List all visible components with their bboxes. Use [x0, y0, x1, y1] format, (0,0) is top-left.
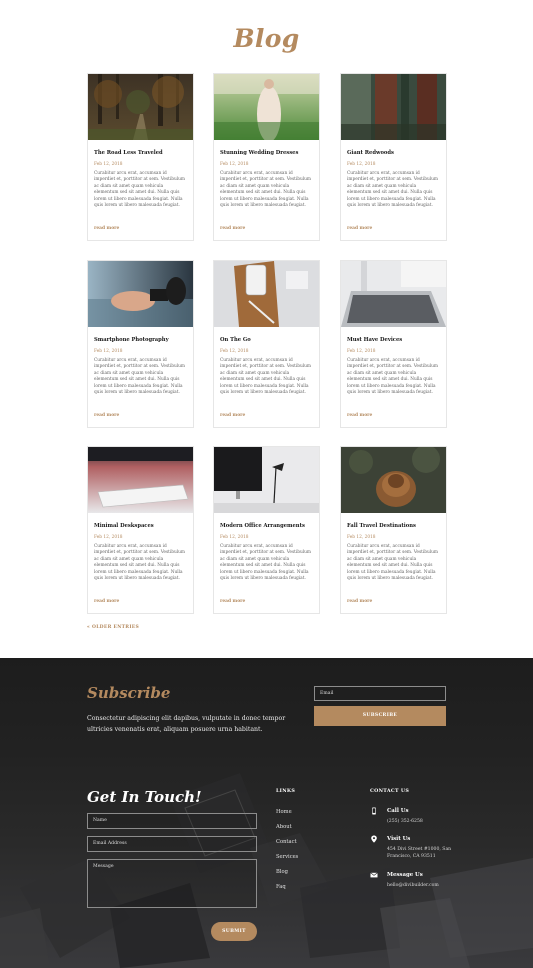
post-excerpt: Curabitur arcu erat, accumsan id imperdi… — [220, 544, 312, 582]
post-date: Feb 12, 2018 — [347, 349, 376, 354]
read-more-link[interactable]: read more — [94, 599, 119, 604]
post-thumbnail-redwoods[interactable] — [341, 74, 446, 140]
subscribe-text: Consectetur adipiscing elit dapibus, vul… — [87, 715, 286, 733]
post-title[interactable]: Smartphone Photography — [94, 337, 189, 343]
post-date: Feb 12, 2018 — [220, 349, 249, 354]
post-title[interactable]: Fall Travel Destinations — [347, 523, 442, 529]
read-more-link[interactable]: read more — [347, 226, 372, 231]
footer-link-about[interactable]: About — [276, 824, 292, 830]
subscribe-email-input[interactable]: Email — [314, 686, 446, 701]
email-address-input[interactable]: Email Address — [87, 836, 257, 852]
read-more-link[interactable]: read more — [347, 599, 372, 604]
visit-us-title: Visit Us — [387, 836, 411, 842]
read-more-link[interactable]: read more — [220, 226, 245, 231]
post-thumbnail-wedding-dress[interactable] — [214, 74, 319, 140]
call-us-phone[interactable]: (255) 352-6258 — [387, 818, 457, 825]
post-date: Feb 12, 2018 — [220, 162, 249, 167]
post-excerpt: Curabitur arcu erat, accumsan id imperdi… — [347, 171, 439, 209]
post-thumbnail-smartphone-photo[interactable] — [88, 261, 193, 327]
envelope-icon — [370, 872, 378, 878]
read-more-link[interactable]: read more — [94, 413, 119, 418]
older-entries-link[interactable]: « OLDER ENTRIES — [87, 625, 139, 630]
call-us-title: Call Us — [387, 808, 409, 814]
message-us-title: Message Us — [387, 872, 423, 878]
blog-post-card[interactable]: Smartphone Photography Feb 12, 2018 Cura… — [87, 260, 194, 428]
post-title[interactable]: Minimal Deskspaces — [94, 523, 189, 529]
post-title[interactable]: Stunning Wedding Dresses — [220, 150, 315, 156]
post-title[interactable]: The Road Less Traveled — [94, 150, 189, 156]
name-input[interactable]: Name — [87, 813, 257, 829]
blog-post-card[interactable]: Giant Redwoods Feb 12, 2018 Curabitur ar… — [340, 73, 447, 241]
post-date: Feb 12, 2018 — [94, 162, 123, 167]
post-excerpt: Curabitur arcu erat, accumsan id imperdi… — [94, 544, 186, 582]
blog-post-card[interactable]: The Road Less Traveled Feb 12, 2018 Cura… — [87, 73, 194, 241]
links-heading: LINKS — [276, 788, 296, 794]
post-excerpt: Curabitur arcu erat, accumsan id imperdi… — [94, 171, 186, 209]
contact-form-title: Get In Touch! — [87, 788, 202, 806]
post-title[interactable]: Giant Redwoods — [347, 150, 442, 156]
post-excerpt: Curabitur arcu erat, accumsan id imperdi… — [220, 171, 312, 209]
footer-link-home[interactable]: Home — [276, 809, 292, 815]
blog-post-card[interactable]: Stunning Wedding Dresses Feb 12, 2018 Cu… — [213, 73, 320, 241]
post-thumbnail-forest-road[interactable] — [88, 74, 193, 140]
post-title[interactable]: Must Have Devices — [347, 337, 442, 343]
page-title: Blog — [233, 24, 300, 53]
post-thumbnail-pinecone[interactable] — [341, 447, 446, 513]
submit-button[interactable]: SUBMIT — [211, 922, 257, 941]
contact-us-heading: CONTACT US — [370, 788, 410, 794]
subscribe-title: Subscribe — [87, 684, 171, 702]
blog-post-card[interactable]: On The Go Feb 12, 2018 Curabitur arcu er… — [213, 260, 320, 428]
post-thumbnail-on-the-go[interactable] — [214, 261, 319, 327]
subscribe-button[interactable]: SUBSCRIBE — [314, 706, 446, 726]
blog-post-card[interactable]: Minimal Deskspaces Feb 12, 2018 Curabitu… — [87, 446, 194, 614]
read-more-link[interactable]: read more — [220, 599, 245, 604]
post-excerpt: Curabitur arcu erat, accumsan id imperdi… — [220, 358, 312, 396]
phone-icon — [372, 807, 376, 815]
map-pin-icon — [371, 835, 377, 843]
post-date: Feb 12, 2018 — [347, 535, 376, 540]
post-excerpt: Curabitur arcu erat, accumsan id imperdi… — [94, 358, 186, 396]
post-title[interactable]: On The Go — [220, 337, 315, 343]
footer-link-blog[interactable]: Blog — [276, 869, 288, 875]
message-textarea[interactable]: Message — [87, 859, 257, 908]
post-date: Feb 12, 2018 — [94, 535, 123, 540]
post-thumbnail-office[interactable] — [214, 447, 319, 513]
read-more-link[interactable]: read more — [347, 413, 372, 418]
footer-background-shapes — [0, 773, 533, 968]
blog-post-card[interactable]: Modern Office Arrangements Feb 12, 2018 … — [213, 446, 320, 614]
footer-link-contact[interactable]: Contact — [276, 839, 297, 845]
post-thumbnail-laptop[interactable] — [341, 261, 446, 327]
post-excerpt: Curabitur arcu erat, accumsan id imperdi… — [347, 358, 439, 396]
blog-post-card[interactable]: Must Have Devices Feb 12, 2018 Curabitur… — [340, 260, 447, 428]
post-date: Feb 12, 2018 — [220, 535, 249, 540]
read-more-link[interactable]: read more — [220, 413, 245, 418]
post-title[interactable]: Modern Office Arrangements — [220, 523, 315, 529]
footer-link-services[interactable]: Services — [276, 854, 298, 860]
read-more-link[interactable]: read more — [94, 226, 119, 231]
message-us-email[interactable]: hello@divibuilder.com — [387, 882, 457, 889]
visit-us-address: 454 Divi Street #1000, San Francisco, CA… — [387, 847, 452, 859]
footer-section: Subscribe Consectetur adipiscing elit da… — [0, 658, 533, 968]
post-excerpt: Curabitur arcu erat, accumsan id imperdi… — [347, 544, 439, 582]
blog-post-card[interactable]: Fall Travel Destinations Feb 12, 2018 Cu… — [340, 446, 447, 614]
footer-link-faq[interactable]: Faq — [276, 884, 286, 890]
post-thumbnail-desk-keyboard[interactable] — [88, 447, 193, 513]
post-date: Feb 12, 2018 — [347, 162, 376, 167]
post-date: Feb 12, 2018 — [94, 349, 123, 354]
